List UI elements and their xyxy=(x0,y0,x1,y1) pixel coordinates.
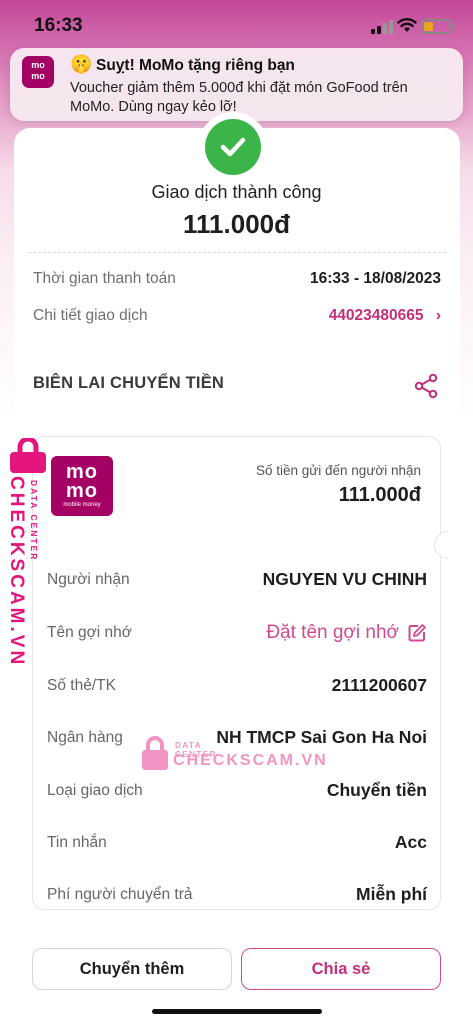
transaction-detail-label: Chi tiết giao dịch xyxy=(33,307,148,324)
payment-time-label: Thời gian thanh toán xyxy=(33,270,176,287)
watermark-tag: DATA CENTER xyxy=(29,480,39,562)
receipt-heading: BIÊN LAI CHUYỂN TIỀN xyxy=(33,374,225,392)
status-bar: 16:33 xyxy=(0,0,473,50)
edit-icon xyxy=(408,624,426,642)
transaction-status: Giao dịch thành công xyxy=(151,182,322,202)
success-badge xyxy=(198,112,268,182)
check-icon xyxy=(205,119,261,175)
lock-icon xyxy=(10,438,46,473)
momo-app-icon: mo mo xyxy=(22,56,54,88)
share-button[interactable]: Chia sẻ xyxy=(241,948,441,990)
transaction-type-label: Loại giao dịch xyxy=(47,781,143,799)
bank-label: Ngân hàng xyxy=(47,728,123,746)
divider xyxy=(28,252,446,253)
bank-value: NH TMCP Sai Gon Ha Noi xyxy=(216,727,427,747)
share-icon[interactable] xyxy=(413,373,439,399)
battery-icon xyxy=(421,19,454,34)
transaction-amount: 111.000đ xyxy=(183,209,290,239)
shushing-face-emoji: 🤫 xyxy=(70,54,93,74)
payment-time-row: Thời gian thanh toán 16:33 - 18/08/2023 xyxy=(33,270,441,288)
chevron-right-icon: › xyxy=(435,307,441,324)
momo-logo: mo mo mobile money xyxy=(51,456,113,516)
receiver-value: NGUYEN VU CHINH xyxy=(262,569,427,589)
account-number-label: Số thẻ/TK xyxy=(47,676,116,694)
message-row: Tin nhắn Acc xyxy=(47,832,427,853)
lock-icon xyxy=(142,736,168,770)
payment-time-value: 16:33 - 18/08/2023 xyxy=(310,270,441,287)
message-value: Acc xyxy=(394,832,427,852)
receiver-label: Người nhận xyxy=(47,570,130,588)
set-nickname-button[interactable]: Đặt tên gợi nhớ xyxy=(266,622,427,644)
bank-row: Ngân hàng NH TMCP Sai Gon Ha Noi xyxy=(47,727,427,748)
nickname-label: Tên gợi nhớ xyxy=(47,624,132,641)
signal-icon xyxy=(371,20,393,34)
transaction-id-link[interactable]: 44023480665 › xyxy=(329,307,441,325)
account-number-row: Số thẻ/TK 2111200607 xyxy=(47,675,427,696)
notification-title: Suỵt! MoMo tặng riêng bạn xyxy=(96,57,295,74)
sent-amount-label: Số tiền gửi đến người nhận xyxy=(255,463,421,478)
receipt-notch-right xyxy=(434,531,448,559)
notification-body: Voucher giảm thêm 5.000đ khi đặt món GoF… xyxy=(70,80,408,115)
account-number-value: 2111200607 xyxy=(331,675,427,695)
message-label: Tin nhắn xyxy=(47,833,107,851)
wifi-icon xyxy=(397,18,417,32)
fee-row: Phí người chuyển trả Miễn phí xyxy=(47,884,427,905)
home-indicator[interactable] xyxy=(152,1009,322,1014)
receiver-row: Người nhận NGUYEN VU CHINH xyxy=(47,569,427,590)
fee-label: Phí người chuyển trả xyxy=(47,885,193,903)
push-notification[interactable]: mo mo 🤫 Suỵt! MoMo tặng riêng bạn Voucher… xyxy=(10,48,463,121)
watermark-brand: CHECKSCAM.VN xyxy=(6,476,27,668)
transfer-more-button[interactable]: Chuyển thêm xyxy=(32,948,232,990)
transaction-type-value: Chuyển tiền xyxy=(326,780,427,800)
status-time: 16:33 xyxy=(34,15,83,36)
checkscam-watermark-side: CHECKSCAM.VN DATA CENTER xyxy=(3,438,51,667)
nickname-row: Tên gợi nhớ Đặt tên gợi nhớ xyxy=(47,622,427,644)
transaction-id: 44023480665 xyxy=(328,307,424,324)
transaction-detail-row[interactable]: Chi tiết giao dịch 44023480665 › xyxy=(33,307,441,325)
transaction-type-row: Loại giao dịch Chuyển tiền xyxy=(47,780,427,801)
fee-value: Miễn phí xyxy=(356,884,427,904)
watermark-center-brand: CHECKSCAM.VN xyxy=(173,752,328,769)
sent-amount-value: 111.000đ xyxy=(338,484,421,506)
